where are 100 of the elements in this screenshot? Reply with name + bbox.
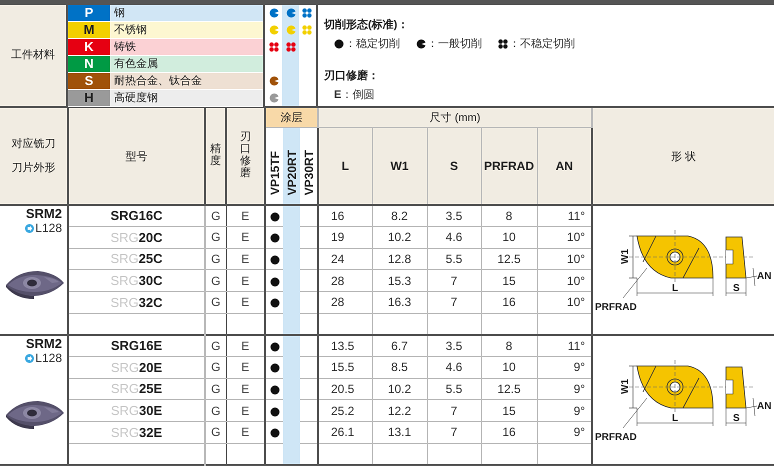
- arrow-circle-icon: [25, 354, 34, 362]
- table-cell: G: [211, 230, 220, 244]
- table-cell: 3.5: [446, 339, 462, 354]
- table-cell: 13.5: [331, 339, 354, 354]
- material-name: 高硬度钢: [110, 90, 263, 106]
- table-cell: 19: [331, 230, 344, 244]
- table-cell: 12.2: [388, 404, 412, 418]
- table-cell: 3.5: [446, 209, 462, 224]
- material-label: 工件材料: [11, 48, 55, 64]
- table-cell: 15.5: [331, 360, 354, 374]
- dimension-label: AN: [757, 401, 772, 412]
- table-cell: 7: [450, 425, 458, 440]
- table-cell: G: [211, 209, 220, 224]
- table-cell: G: [211, 360, 220, 374]
- table-cell: E: [241, 295, 250, 310]
- dimension-label: AN: [757, 271, 772, 282]
- table-cell: 7: [450, 274, 458, 288]
- material-code: P: [68, 5, 110, 21]
- table-cell: E: [241, 382, 250, 396]
- material-name: 钢: [110, 5, 263, 21]
- table-cell: 15.3: [388, 274, 412, 288]
- legend-label: ：稳定切削: [345, 36, 400, 52]
- table-cell: 16.3: [388, 295, 412, 310]
- table-cell: 11°: [568, 339, 586, 354]
- table-cell: 10°: [566, 295, 586, 310]
- table-cell: 5.5: [446, 382, 462, 396]
- table-cell: 12.5: [497, 382, 521, 396]
- header-cell-text: 刀片外形: [12, 161, 56, 176]
- table-cell: 13.1: [388, 425, 412, 440]
- table-cell: 10°: [566, 252, 586, 266]
- table-cell: 10: [502, 360, 516, 374]
- material-code: K: [68, 39, 110, 55]
- table-cell: E: [241, 425, 250, 440]
- table-cell: 10.2: [388, 230, 412, 244]
- table-cell: G: [211, 274, 220, 288]
- table-cell: 8: [506, 339, 512, 354]
- material-name: 不锈钢: [110, 22, 263, 38]
- dimension-label: L: [672, 413, 678, 424]
- header-cell: 尺寸 (mm): [430, 112, 480, 124]
- table-cell: E: [241, 209, 250, 224]
- page-reference: L128: [35, 221, 62, 235]
- legend-label: ：一般切削: [427, 36, 482, 52]
- table-cell: 15: [502, 274, 516, 288]
- material-name: 铸铁: [110, 39, 263, 55]
- header-cell: 精度: [210, 142, 221, 168]
- table-cell: 16: [331, 209, 344, 224]
- dimension-label: S: [733, 283, 740, 294]
- dimension-label: S: [733, 413, 740, 424]
- arrow-circle-icon: [25, 224, 34, 232]
- table-cell: 6.7: [391, 339, 408, 354]
- table-cell: E: [241, 339, 250, 354]
- table-cell: 20.5: [331, 382, 354, 396]
- table-cell: 9°: [574, 360, 586, 374]
- table-cell: 10°: [566, 230, 586, 244]
- grade-header: VP20RT: [284, 150, 298, 195]
- table-cell: 4.6: [446, 360, 462, 374]
- table-cell: 16: [502, 295, 516, 310]
- table-cell: G: [211, 252, 220, 266]
- model-number: SRG16C: [110, 208, 163, 224]
- series-name: SRM2: [26, 337, 62, 351]
- header-cell: 型号: [126, 150, 148, 163]
- dimension-label: W1: [620, 249, 632, 264]
- table-cell: 8: [506, 209, 512, 224]
- dimension-header: W1: [390, 158, 408, 173]
- table-cell: 10.2: [388, 382, 412, 396]
- material-code: M: [68, 22, 110, 38]
- table-cell: 26.1: [331, 425, 354, 440]
- page-reference: L128: [35, 351, 62, 365]
- table-cell: 8.5: [391, 360, 408, 374]
- series-name: SRM2: [26, 207, 62, 221]
- material-code: S: [68, 73, 110, 89]
- table-cell: G: [211, 382, 220, 396]
- table-cell: 9°: [574, 404, 586, 418]
- dimension-header: S: [450, 158, 458, 173]
- table-cell: E: [241, 252, 250, 266]
- dimension-label: PRFRAD: [595, 302, 637, 313]
- table-cell: 11°: [568, 209, 586, 224]
- model-number: SRG16E: [110, 338, 162, 354]
- table-cell: 25.2: [331, 404, 354, 418]
- grade-header: VP30RT: [302, 150, 316, 195]
- material-name: 有色金属: [110, 56, 263, 72]
- dimension-header: L: [342, 158, 349, 173]
- material-name: 耐热合金、钛合金: [110, 73, 263, 89]
- dimension-header: PRFRAD: [484, 158, 534, 173]
- table-cell: E: [241, 274, 250, 288]
- table-cell: 9°: [574, 382, 586, 396]
- table-cell: 10°: [566, 274, 586, 288]
- material-code: H: [68, 90, 110, 106]
- legend-label: ：不稳定切削: [509, 36, 575, 52]
- grade-header: VP15TF: [268, 150, 282, 195]
- table-cell: E: [241, 360, 250, 374]
- dimension-label: PRFRAD: [595, 432, 637, 443]
- table-cell: 28: [331, 295, 344, 310]
- table-cell: 7: [450, 404, 458, 418]
- dimension-label: L: [672, 283, 678, 294]
- header-cell: 刃口修磨: [240, 130, 251, 180]
- table-cell: 16: [502, 425, 516, 440]
- table-cell: 12.5: [497, 252, 521, 266]
- header-cell: 涂层: [280, 112, 302, 124]
- table-cell: 24: [331, 252, 344, 266]
